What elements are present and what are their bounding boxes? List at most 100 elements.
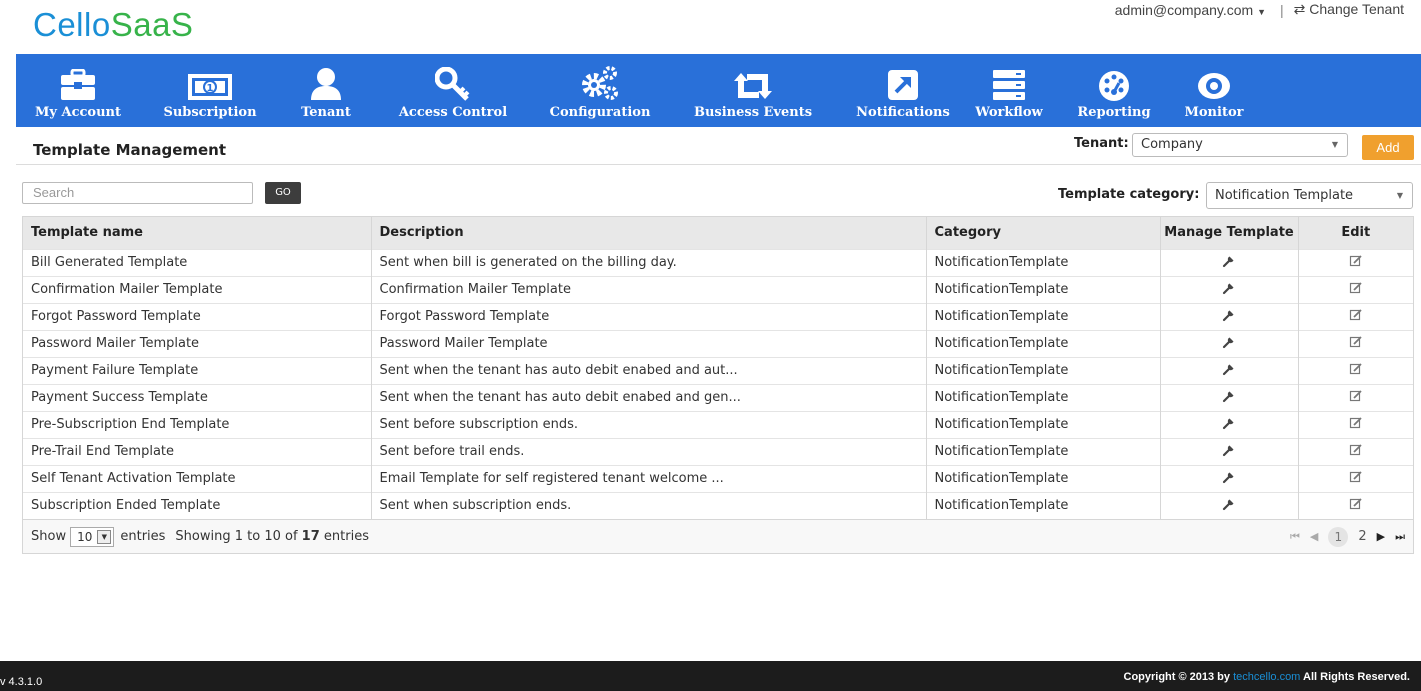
go-button[interactable]: GO bbox=[265, 182, 301, 204]
page-button-2[interactable]: 2 bbox=[1358, 529, 1366, 544]
svg-text:1: 1 bbox=[207, 83, 214, 94]
banknote-icon: 1 bbox=[188, 74, 232, 100]
nav-item-subscription[interactable]: 1 Subscription bbox=[140, 54, 280, 127]
edit-icon[interactable] bbox=[1349, 362, 1363, 380]
table-row[interactable]: Pre-Subscription End Template Sent before… bbox=[23, 410, 1413, 438]
nav-item-configuration[interactable]: Configuration bbox=[534, 54, 666, 127]
entries-label: entries bbox=[120, 529, 166, 544]
col-header-edit: Edit bbox=[1298, 217, 1413, 249]
gears-icon bbox=[582, 66, 618, 100]
wrench-icon[interactable] bbox=[1222, 310, 1236, 326]
user-menu[interactable]: admin@company.com ▼ bbox=[1115, 2, 1266, 18]
wrench-icon[interactable] bbox=[1222, 283, 1236, 299]
col-header-category[interactable]: Category bbox=[926, 217, 1161, 249]
edit-icon[interactable] bbox=[1349, 335, 1363, 353]
wrench-icon[interactable] bbox=[1222, 391, 1236, 407]
cell-category: NotificationTemplate bbox=[926, 410, 1161, 438]
wrench-icon[interactable] bbox=[1222, 364, 1236, 380]
brand-link[interactable]: techcello.com bbox=[1233, 671, 1300, 683]
col-header-template-name[interactable]: Template name bbox=[23, 217, 372, 249]
templates-table: Template name Description Category Manag… bbox=[22, 216, 1414, 554]
info-suffix: entries bbox=[323, 529, 369, 544]
logo-part-2: SaaS bbox=[110, 6, 194, 43]
change-tenant-label: Change Tenant bbox=[1309, 1, 1404, 17]
nav-item-tenant[interactable]: Tenant bbox=[280, 54, 372, 127]
table-row[interactable]: Payment Success Template Sent when the te… bbox=[23, 383, 1413, 411]
cell-description: Sent when subscription ends. bbox=[371, 491, 927, 519]
col-header-description[interactable]: Description bbox=[371, 217, 927, 249]
table-row[interactable]: Payment Failure Template Sent when the te… bbox=[23, 356, 1413, 384]
edit-icon[interactable] bbox=[1349, 254, 1363, 272]
wrench-icon[interactable] bbox=[1222, 418, 1236, 434]
cell-category: NotificationTemplate bbox=[926, 275, 1161, 303]
edit-icon[interactable] bbox=[1349, 308, 1363, 326]
wrench-icon[interactable] bbox=[1222, 445, 1236, 461]
table-row[interactable]: Self Tenant Activation Template Email Tem… bbox=[23, 464, 1413, 492]
add-button[interactable]: Add bbox=[1362, 135, 1414, 160]
cell-category: NotificationTemplate bbox=[926, 248, 1161, 276]
table-row[interactable]: Forgot Password Template Forgot Password … bbox=[23, 302, 1413, 330]
wrench-icon[interactable] bbox=[1222, 337, 1236, 353]
user-bar: admin@company.com ▼ | ⇄ Change Tenant bbox=[1115, 1, 1404, 18]
edit-icon[interactable] bbox=[1349, 281, 1363, 299]
template-category-select[interactable]: Notification Template ▼ bbox=[1206, 182, 1413, 209]
first-page-icon[interactable]: ⏮ bbox=[1290, 530, 1300, 544]
page-button-1[interactable]: 1 bbox=[1328, 526, 1349, 547]
edit-icon[interactable] bbox=[1349, 498, 1363, 515]
manage-template-cell bbox=[1160, 410, 1299, 438]
nav-item-access-control[interactable]: Access Control bbox=[372, 54, 534, 127]
tenant-select[interactable]: Company ▼ bbox=[1132, 133, 1348, 157]
search-input[interactable]: Search bbox=[22, 182, 253, 204]
manage-template-cell bbox=[1160, 356, 1299, 384]
change-tenant-link[interactable]: ⇄ Change Tenant bbox=[1294, 1, 1404, 18]
cell-description: Sent when the tenant has auto debit enab… bbox=[371, 356, 927, 384]
cell-description: Confirmation Mailer Template bbox=[371, 275, 927, 303]
nav-label: Subscription bbox=[163, 105, 257, 120]
table-footer: Show 10 ▼ entries Showing 1 to 10 of 17 e… bbox=[23, 519, 1413, 553]
table-row[interactable]: Pre-Trail End Template Sent before trail … bbox=[23, 437, 1413, 465]
nav-item-monitor[interactable]: Monitor bbox=[1176, 54, 1252, 127]
page-size-select[interactable]: 10 ▼ bbox=[70, 526, 115, 547]
cell-category: NotificationTemplate bbox=[926, 464, 1161, 492]
wrench-icon[interactable] bbox=[1222, 472, 1236, 488]
last-page-icon[interactable]: ⏭ bbox=[1395, 530, 1405, 544]
nav-item-business-events[interactable]: Business Events bbox=[666, 54, 840, 127]
page-title: Template Management bbox=[33, 141, 227, 159]
edit-cell bbox=[1298, 410, 1413, 438]
nav-label: Configuration bbox=[549, 105, 651, 120]
nav-item-notifications[interactable]: Notifications bbox=[840, 54, 966, 127]
edit-icon[interactable] bbox=[1349, 443, 1363, 461]
next-page-icon[interactable]: ▶ bbox=[1377, 530, 1385, 543]
edit-icon[interactable] bbox=[1349, 416, 1363, 434]
cell-template-name: Payment Failure Template bbox=[23, 356, 372, 384]
cell-category: NotificationTemplate bbox=[926, 329, 1161, 357]
top-bar: CelloSaaS admin@company.com ▼ | ⇄ Change… bbox=[0, 0, 1421, 54]
col-header-manage-template: Manage Template bbox=[1160, 217, 1299, 249]
nav-label: Tenant bbox=[301, 105, 351, 120]
nav-item-reporting[interactable]: Reporting bbox=[1052, 54, 1176, 127]
prev-page-icon[interactable]: ◀ bbox=[1310, 530, 1318, 543]
wrench-icon[interactable] bbox=[1222, 499, 1236, 515]
edit-cell bbox=[1298, 248, 1413, 276]
eye-icon bbox=[1198, 73, 1230, 99]
cell-template-name: Confirmation Mailer Template bbox=[23, 275, 372, 303]
table-row[interactable]: Confirmation Mailer Template Confirmation… bbox=[23, 275, 1413, 303]
table-row[interactable]: Subscription Ended Template Sent when sub… bbox=[23, 491, 1413, 519]
edit-icon[interactable] bbox=[1349, 470, 1363, 488]
nav-item-my-account[interactable]: My Account bbox=[16, 54, 140, 127]
table-row[interactable]: Password Mailer Template Password Mailer … bbox=[23, 329, 1413, 357]
wrench-icon[interactable] bbox=[1222, 256, 1236, 272]
app-logo[interactable]: CelloSaaS bbox=[33, 6, 193, 44]
cell-template-name: Forgot Password Template bbox=[23, 302, 372, 330]
edit-icon[interactable] bbox=[1349, 389, 1363, 407]
nav-label: Reporting bbox=[1077, 105, 1151, 120]
cell-template-name: Payment Success Template bbox=[23, 383, 372, 411]
nav-label: Access Control bbox=[398, 105, 508, 120]
key-icon bbox=[435, 67, 470, 101]
pagination: ⏮ ◀ 1 2 ▶ ⏭ bbox=[1290, 526, 1405, 547]
info-prefix: Showing 1 to 10 of bbox=[175, 529, 298, 544]
show-label: Show bbox=[31, 529, 67, 544]
nav-item-workflow[interactable]: Workflow bbox=[966, 54, 1052, 127]
edit-cell bbox=[1298, 491, 1413, 519]
table-row[interactable]: Bill Generated Template Sent when bill is… bbox=[23, 248, 1413, 276]
